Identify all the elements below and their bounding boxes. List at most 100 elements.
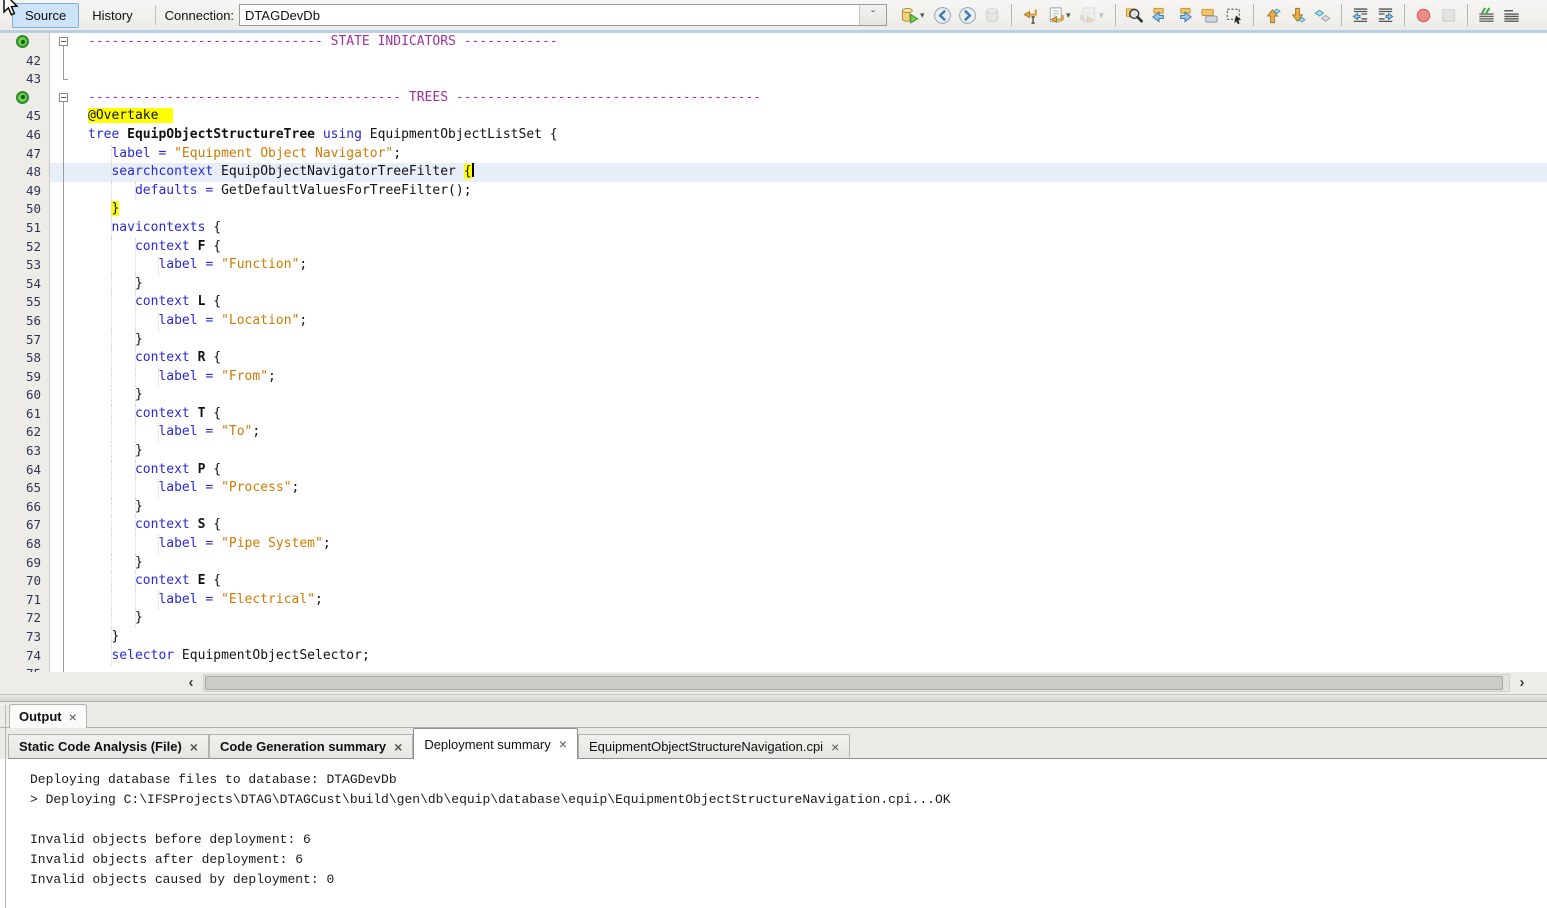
close-icon[interactable]: ×: [69, 712, 77, 722]
fold-margin[interactable]: [50, 442, 78, 461]
uncomment-button[interactable]: [1499, 3, 1524, 27]
scrollbar-thumb[interactable]: [205, 676, 1503, 690]
line-number[interactable]: 46: [0, 126, 50, 145]
code-text[interactable]: ----------------------------------------…: [78, 89, 1547, 108]
code-line-51[interactable]: 51 navicontexts {: [0, 219, 1547, 238]
fold-margin[interactable]: [50, 479, 78, 498]
code-line-48[interactable]: 48 searchcontext EquipObjectNavigatorTre…: [0, 163, 1547, 182]
output-tab-equipmentobjectstructurenavigation-cpi[interactable]: EquipmentObjectStructureNavigation.cpi×: [578, 734, 850, 759]
toggle-bookmark-button[interactable]: [1310, 3, 1335, 27]
code-text[interactable]: label = "Function";: [78, 256, 1547, 275]
line-number[interactable]: 69: [0, 554, 50, 573]
line-number[interactable]: 58: [0, 349, 50, 368]
close-icon[interactable]: ×: [559, 739, 567, 749]
fold-margin[interactable]: [50, 33, 78, 52]
find-selection-button[interactable]: [1122, 3, 1147, 27]
fold-collapse-icon[interactable]: [59, 93, 68, 102]
line-number[interactable]: 51: [0, 219, 50, 238]
line-number[interactable]: 56: [0, 312, 50, 331]
fold-margin[interactable]: [50, 70, 78, 89]
code-line-55[interactable]: 55 context L {: [0, 293, 1547, 312]
line-number[interactable]: 71: [0, 591, 50, 610]
code-line-75[interactable]: 75: [0, 665, 1547, 672]
line-number[interactable]: 65: [0, 479, 50, 498]
code-text[interactable]: context R {: [78, 349, 1547, 368]
code-line-68[interactable]: 68 label = "Pipe System";: [0, 535, 1547, 554]
code-line-44[interactable]: ----------------------------------------…: [0, 89, 1547, 108]
fold-margin[interactable]: [50, 52, 78, 71]
code-line-67[interactable]: 67 context S {: [0, 516, 1547, 535]
fold-collapse-icon[interactable]: [59, 37, 68, 46]
code-line-43[interactable]: 43: [0, 70, 1547, 89]
code-text[interactable]: context S {: [78, 516, 1547, 535]
output-window-tab[interactable]: Output ×: [9, 704, 87, 728]
line-number[interactable]: 59: [0, 368, 50, 387]
fold-margin[interactable]: [50, 405, 78, 424]
code-line-74[interactable]: 74 selector EquipmentObjectSelector;: [0, 647, 1547, 666]
close-icon[interactable]: ×: [394, 742, 402, 752]
gutter-annotation-glyph-icon[interactable]: [0, 89, 50, 108]
editor-horizontal-scrollbar[interactable]: ‹ ›: [0, 672, 1547, 694]
next-bookmark-button[interactable]: [1285, 3, 1310, 27]
code-text[interactable]: ------------------------------ STATE IND…: [78, 33, 1547, 52]
fold-margin[interactable]: [50, 609, 78, 628]
line-number[interactable]: 55: [0, 293, 50, 312]
fold-margin[interactable]: [50, 498, 78, 517]
code-text[interactable]: }: [78, 442, 1547, 461]
code-line-59[interactable]: 59 label = "From";: [0, 368, 1547, 387]
find-next-button[interactable]: [1172, 3, 1197, 27]
line-number[interactable]: 57: [0, 331, 50, 350]
fold-margin[interactable]: [50, 665, 78, 672]
code-text[interactable]: context F {: [78, 238, 1547, 257]
fold-margin[interactable]: [50, 238, 78, 257]
code-line-66[interactable]: 66 }: [0, 498, 1547, 517]
line-number[interactable]: 72: [0, 609, 50, 628]
scroll-right-arrow-icon[interactable]: ›: [1511, 672, 1533, 694]
code-line-52[interactable]: 52 context F {: [0, 238, 1547, 257]
line-number[interactable]: 50: [0, 200, 50, 219]
line-number[interactable]: 67: [0, 516, 50, 535]
line-number[interactable]: 61: [0, 405, 50, 424]
fold-margin[interactable]: [50, 107, 78, 126]
code-text[interactable]: tree EquipObjectStructureTree using Equi…: [78, 126, 1547, 145]
code-line-50[interactable]: 50 }: [0, 200, 1547, 219]
previous-bookmark-button[interactable]: [1260, 3, 1285, 27]
code-text[interactable]: selector EquipmentObjectSelector;: [78, 647, 1547, 666]
fold-margin[interactable]: [50, 182, 78, 201]
code-text[interactable]: }: [78, 386, 1547, 405]
scrollbar-track[interactable]: [203, 674, 1510, 692]
source-view-button[interactable]: Source: [12, 3, 79, 28]
code-text[interactable]: context L {: [78, 293, 1547, 312]
line-number[interactable]: 60: [0, 386, 50, 405]
fold-margin[interactable]: [50, 516, 78, 535]
line-number[interactable]: 43: [0, 70, 50, 89]
toggle-search-highlight-button[interactable]: [1197, 3, 1222, 27]
line-number[interactable]: 47: [0, 145, 50, 164]
record-macro-button[interactable]: [1411, 3, 1436, 27]
code-text[interactable]: label = "Process";: [78, 479, 1547, 498]
output-tab-code-generation-summary[interactable]: Code Generation summary×: [209, 734, 413, 759]
fold-margin[interactable]: [50, 461, 78, 480]
fold-margin[interactable]: [50, 423, 78, 442]
close-icon[interactable]: ×: [190, 742, 198, 752]
shift-line-left-button[interactable]: [1348, 3, 1373, 27]
history-view-button[interactable]: History: [79, 3, 145, 28]
code-text[interactable]: label = "Electrical";: [78, 591, 1547, 610]
fold-margin[interactable]: [50, 293, 78, 312]
back-in-document-button[interactable]: [1043, 3, 1068, 27]
line-number[interactable]: 42: [0, 52, 50, 71]
code-text[interactable]: }: [78, 331, 1547, 350]
code-text[interactable]: label = "Pipe System";: [78, 535, 1547, 554]
fold-margin[interactable]: [50, 331, 78, 350]
code-text[interactable]: }: [78, 628, 1547, 647]
code-text[interactable]: }: [78, 609, 1547, 628]
fold-margin[interactable]: [50, 647, 78, 666]
line-number[interactable]: 64: [0, 461, 50, 480]
line-number[interactable]: 70: [0, 572, 50, 591]
rectangular-selection-button[interactable]: [1222, 3, 1247, 27]
deploy-database-button-dropdown-icon[interactable]: ▾: [920, 10, 929, 21]
code-line-47[interactable]: 47 label = "Equipment Object Navigator";: [0, 145, 1547, 164]
code-line-45[interactable]: 45@Overtake: [0, 107, 1547, 126]
code-line-60[interactable]: 60 }: [0, 386, 1547, 405]
fold-margin[interactable]: [50, 200, 78, 219]
